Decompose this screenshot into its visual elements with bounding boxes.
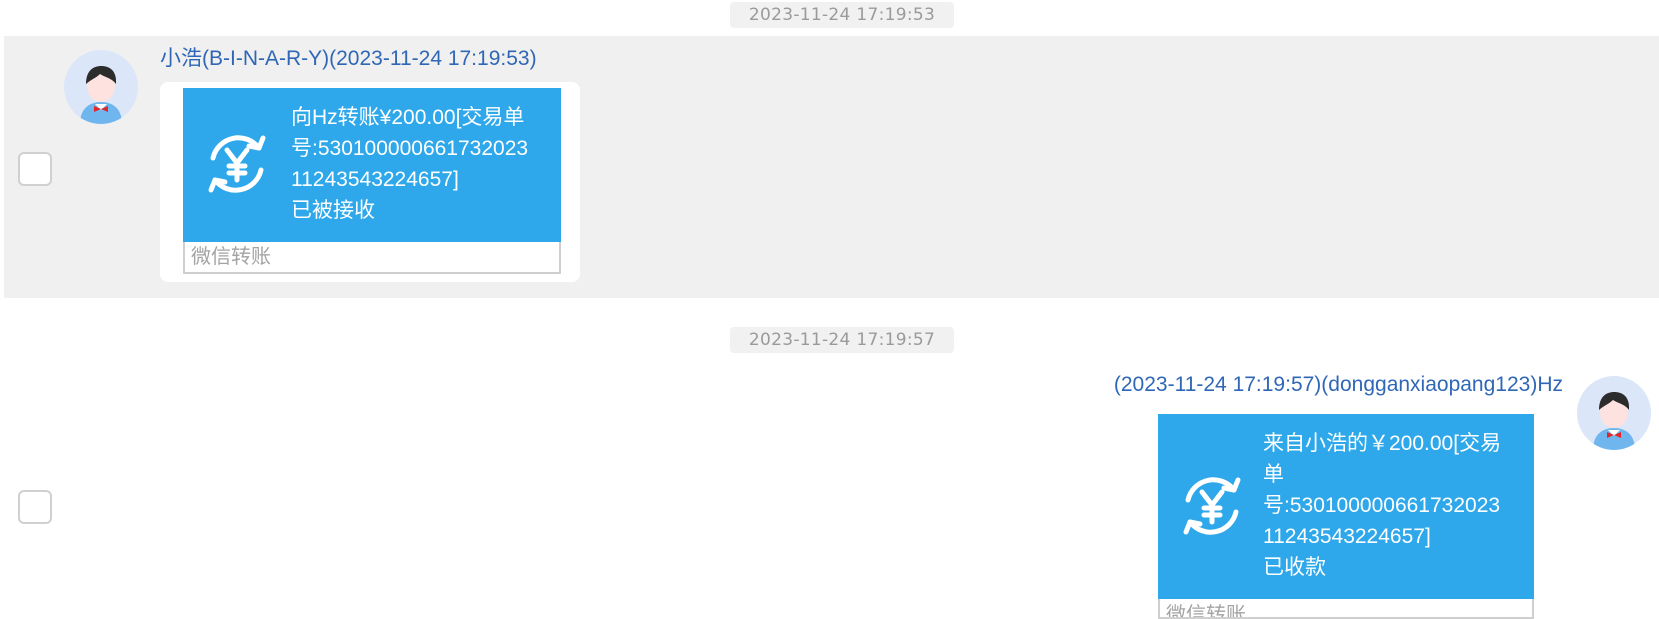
avatar[interactable] — [1577, 376, 1651, 450]
transfer-status: 已收款 — [1263, 556, 1326, 579]
transfer-description: 向Hz转账¥200.00[交易单 号:530100000661732023 11… — [291, 102, 528, 226]
transfer-footer: 微信转账 — [183, 242, 561, 274]
timestamp-divider: 2023-11-24 17:19:57 — [730, 327, 954, 353]
select-checkbox[interactable] — [18, 490, 52, 524]
chat-window: 2023-11-24 17:19:53 小浩(B-I-N-A-R-Y)(2023… — [0, 0, 1659, 619]
sender-name: 小浩(B-I-N-A-R-Y)(2023-11-24 17:19:53) — [160, 47, 537, 70]
avatar-person-icon — [1577, 376, 1651, 450]
transfer-description: 来自小浩的￥200.00[交易 单 号:530100000661732023 1… — [1263, 428, 1501, 583]
message-row[interactable]: 小浩(B-I-N-A-R-Y)(2023-11-24 17:19:53) 向Hz… — [4, 36, 1659, 298]
transfer-line: 来自小浩的￥200.00[交易 — [1263, 432, 1502, 455]
transfer-status: 已被接收 — [291, 199, 375, 222]
yuan-transfer-icon — [208, 135, 266, 193]
transfer-line: 11243543224657] — [1263, 525, 1431, 548]
select-checkbox[interactable] — [18, 152, 52, 186]
transfer-card[interactable]: 来自小浩的￥200.00[交易 单 号:530100000661732023 1… — [1158, 414, 1534, 599]
avatar-person-icon — [64, 50, 138, 124]
transfer-line: 11243543224657] — [291, 168, 459, 191]
sender-name: (2023-11-24 17:19:57)(dongganxiaopang123… — [1113, 373, 1563, 396]
transfer-line: 单 — [1263, 463, 1284, 486]
message-row[interactable]: (2023-11-24 17:19:57)(dongganxiaopang123… — [4, 362, 1659, 619]
transfer-line: 号:530100000661732023 — [291, 137, 529, 160]
transfer-line: 号:530100000661732023 — [1263, 494, 1501, 517]
yuan-transfer-icon — [1183, 477, 1241, 535]
transfer-line: 向Hz转账¥200.00[交易单 — [291, 106, 525, 129]
avatar[interactable] — [64, 50, 138, 124]
timestamp-divider: 2023-11-24 17:19:53 — [730, 2, 954, 28]
transfer-footer: 微信转账 — [1158, 599, 1534, 619]
transfer-card[interactable]: 向Hz转账¥200.00[交易单 号:530100000661732023 11… — [183, 88, 561, 242]
